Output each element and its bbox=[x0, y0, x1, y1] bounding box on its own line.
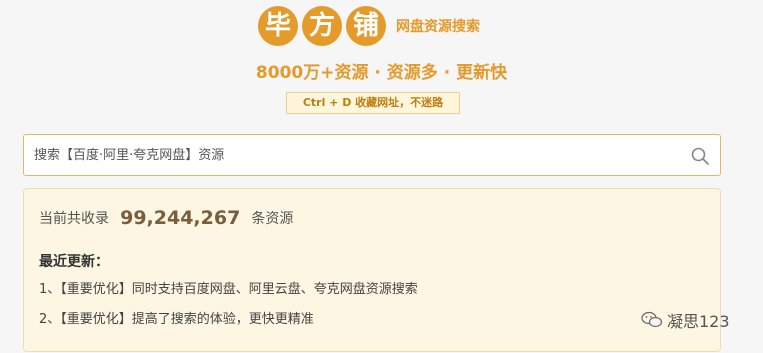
logo-subtitle: 网盘资源搜索 bbox=[396, 19, 480, 35]
recent-updates-title: 最近更新： bbox=[39, 254, 109, 270]
wechat-icon bbox=[641, 311, 663, 328]
logo-char-2: 方 bbox=[302, 6, 342, 46]
update-list: 1、【重要优化】同时支持百度网盘、阿里云盘、夸克网盘资源搜索 2、【重要优化】提… bbox=[39, 281, 418, 341]
bookmark-hint-badge: Ctrl + D 收藏网址，不迷路 bbox=[286, 92, 460, 114]
search-box bbox=[23, 134, 721, 176]
site-header: 毕 方 铺 网盘资源搜索 8000万+资源 · 资源多 · 更新快 Ctrl +… bbox=[0, 0, 763, 120]
slogan: 8000万+资源 · 资源多 · 更新快 bbox=[255, 63, 508, 83]
watermark: 凝思123 bbox=[641, 308, 730, 332]
resource-count: 99,244,267 bbox=[120, 207, 241, 229]
info-panel: 当前共收录 99,244,267 条资源 最近更新： 1、【重要优化】同时支持百… bbox=[23, 188, 721, 352]
site-logo[interactable]: 毕 方 铺 bbox=[258, 6, 386, 46]
search-icon[interactable] bbox=[690, 146, 710, 166]
resource-stats: 当前共收录 99,244,267 条资源 bbox=[39, 207, 293, 229]
update-item: 1、【重要优化】同时支持百度网盘、阿里云盘、夸克网盘资源搜索 bbox=[39, 282, 418, 297]
watermark-text: 凝思123 bbox=[667, 312, 730, 331]
logo-char-1: 毕 bbox=[258, 6, 298, 46]
update-item: 2、【重要优化】提高了搜索的体验，更快更精准 bbox=[39, 312, 314, 327]
stats-suffix: 条资源 bbox=[251, 211, 294, 227]
logo-char-3: 铺 bbox=[346, 6, 386, 46]
search-input[interactable] bbox=[34, 135, 674, 175]
stats-prefix: 当前共收录 bbox=[39, 211, 109, 227]
